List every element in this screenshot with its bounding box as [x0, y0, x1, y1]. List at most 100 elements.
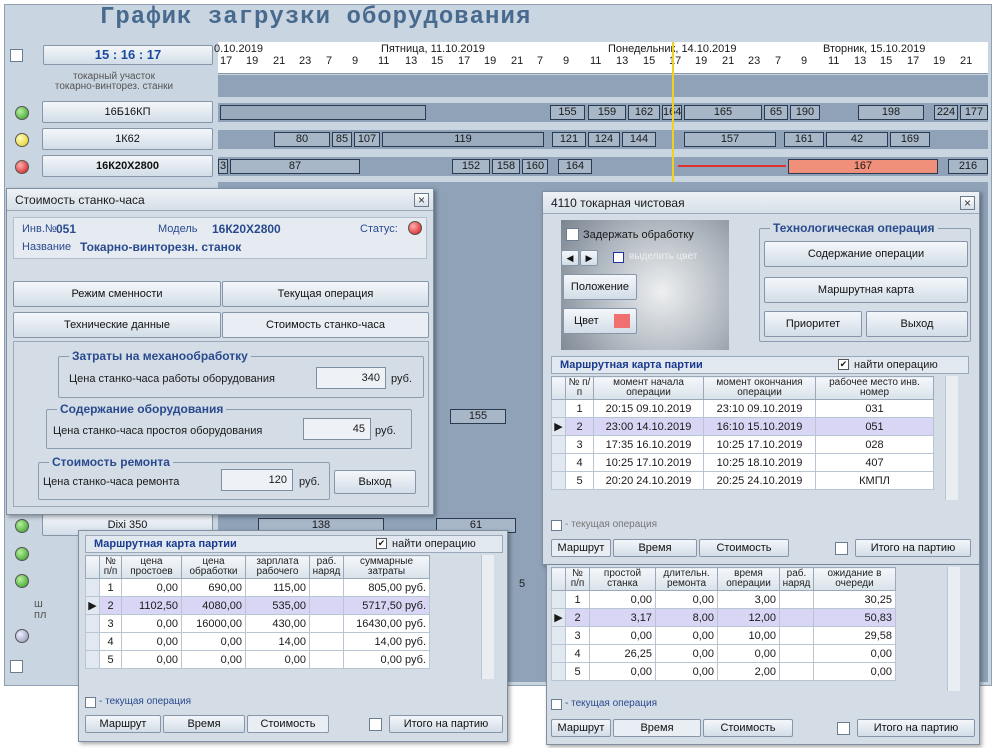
find-operation-checkbox[interactable]: ✔: [838, 359, 849, 370]
col-header[interactable]: ожидание в очереди: [813, 567, 896, 591]
gantt-bar[interactable]: 198: [858, 105, 924, 120]
col-header[interactable]: № п/п: [565, 567, 590, 591]
gantt-bar[interactable]: 160: [522, 159, 548, 174]
delay-checkbox[interactable]: [566, 228, 579, 241]
col-header[interactable]: цена обработки: [181, 555, 246, 579]
repair-cost-field[interactable]: 120: [221, 469, 293, 491]
idle-cost-field[interactable]: 45: [303, 418, 371, 440]
table-row[interactable]: 3 0,00 0,00 10,00 29,58: [551, 626, 896, 645]
col-header[interactable]: раб. наряд: [779, 567, 814, 591]
clock-button[interactable]: 15 : 16 : 17: [43, 45, 213, 65]
gantt-bar[interactable]: 80: [274, 132, 330, 147]
machine-button-1k62[interactable]: 1К62: [42, 128, 213, 150]
total-checkbox[interactable]: [835, 542, 848, 555]
gantt-bar[interactable]: 161: [784, 132, 824, 147]
table-row[interactable]: 5 0,00 0,00 2,00 0,00: [551, 662, 896, 681]
close-icon[interactable]: ×: [960, 196, 975, 210]
machine-button-16k20x2800[interactable]: 16К20Х2800: [42, 155, 213, 177]
gantt-bar[interactable]: 121: [552, 132, 586, 147]
table-row[interactable]: ▶ 2 3,17 8,00 12,00 50,83: [551, 608, 896, 627]
color-button[interactable]: Цвет: [563, 308, 637, 334]
gantt-bar[interactable]: 87: [230, 159, 360, 174]
gantt-bar[interactable]: 155: [450, 409, 506, 424]
total-checkbox[interactable]: [837, 722, 850, 735]
gantt-bar[interactable]: 124: [588, 132, 620, 147]
next-icon[interactable]: ▶: [580, 250, 598, 266]
table-row[interactable]: ▶ 2 23:00 14.10.2019 16:10 15.10.2019 051: [551, 417, 934, 436]
col-header[interactable]: время операции: [717, 567, 780, 591]
vertical-scrollbar[interactable]: [481, 555, 494, 679]
tab-current-operation[interactable]: Текущая операция: [222, 281, 429, 307]
current-op-checkbox[interactable]: [551, 699, 562, 710]
batch-total-button[interactable]: Итого на партию: [857, 719, 975, 737]
col-header[interactable]: длительн. ремонта: [655, 567, 718, 591]
batch-total-button[interactable]: Итого на партию: [389, 715, 503, 733]
machine-button-16b16kp[interactable]: 16Б16КП: [42, 101, 213, 123]
gantt-bar[interactable]: 190: [790, 105, 820, 120]
tab-route[interactable]: Маршрут: [551, 719, 611, 737]
col-header[interactable]: момент окончания операции: [703, 376, 816, 400]
gantt-bar[interactable]: 155: [550, 105, 585, 120]
current-op-checkbox[interactable]: [85, 697, 96, 708]
col-header[interactable]: зарплата рабочего: [245, 555, 310, 579]
gantt-bar[interactable]: 224: [934, 105, 958, 120]
gantt-bar-selected[interactable]: 167: [788, 159, 938, 174]
tab-cost[interactable]: Стоимость: [247, 715, 329, 733]
gantt-bar[interactable]: 85: [332, 132, 352, 147]
table-row[interactable]: 1 0,00 690,00 115,00 805,00 руб.: [85, 578, 430, 597]
gantt-bar[interactable]: 65: [764, 105, 788, 120]
exit-button[interactable]: Выход: [866, 311, 968, 337]
total-checkbox[interactable]: [369, 718, 382, 731]
table-row[interactable]: ▶ 2 1102,50 4080,00 535,00 5717,50 руб.: [85, 596, 430, 615]
bottom-checkbox[interactable]: [10, 660, 23, 673]
gantt-bar[interactable]: 162: [628, 105, 660, 120]
table-row[interactable]: 3 0,00 16000,00 430,00 16430,00 руб.: [85, 614, 430, 633]
tab-time[interactable]: Время: [613, 539, 697, 557]
col-header[interactable]: суммарные затраты: [343, 555, 430, 579]
table-row[interactable]: 3 17:35 16.10.2019 10:25 17.10.2019 028: [551, 435, 934, 454]
find-operation-checkbox[interactable]: ✔: [376, 538, 387, 549]
gantt-bar[interactable]: 216: [948, 159, 988, 174]
gantt-bar[interactable]: 164: [558, 159, 592, 174]
close-icon[interactable]: ×: [414, 193, 429, 207]
table-row[interactable]: 1 0,00 0,00 3,00 30,25: [551, 590, 896, 609]
tab-time[interactable]: Время: [613, 719, 701, 737]
tab-time[interactable]: Время: [163, 715, 245, 733]
tab-route[interactable]: Маршрут: [85, 715, 161, 733]
tab-cost[interactable]: Стоимость: [699, 539, 789, 557]
route-card-button[interactable]: Маршрутная карта: [764, 277, 968, 303]
table-row[interactable]: 1 20:15 09.10.2019 23:10 09.10.2019 031: [551, 399, 934, 418]
gantt-bar[interactable]: 177: [960, 105, 988, 120]
highlight-checkbox[interactable]: [613, 252, 624, 263]
gantt-bar[interactable]: 157: [684, 132, 776, 147]
gantt-bar[interactable]: 3: [218, 159, 228, 174]
table-row[interactable]: 5 0,00 0,00 0,00 0,00 руб.: [85, 650, 430, 669]
select-all-checkbox[interactable]: [10, 49, 23, 62]
gantt-bar[interactable]: 159: [588, 105, 626, 120]
gantt-bar[interactable]: [220, 105, 426, 120]
gantt-bar[interactable]: 144: [622, 132, 656, 147]
gantt-bar[interactable]: 119: [382, 132, 544, 147]
current-op-checkbox[interactable]: [551, 520, 562, 531]
table-row[interactable]: 4 10:25 17.10.2019 10:25 18.10.2019 407: [551, 453, 934, 472]
gantt-bar[interactable]: 158: [492, 159, 520, 174]
drag-arrow[interactable]: [678, 165, 786, 167]
batch-total-button[interactable]: Итого на партию: [855, 539, 971, 557]
vertical-scrollbar[interactable]: [947, 567, 960, 691]
col-header[interactable]: № п/п: [565, 376, 594, 400]
gantt-bar[interactable]: 107: [354, 132, 380, 147]
gantt-bar[interactable]: 165: [684, 105, 762, 120]
vertical-scrollbar[interactable]: [945, 376, 958, 500]
tab-technical-data[interactable]: Технические данные: [13, 312, 221, 338]
col-header[interactable]: простой станка: [589, 567, 656, 591]
operation-content-button[interactable]: Содержание операции: [764, 241, 968, 267]
machining-cost-field[interactable]: 340: [316, 367, 386, 389]
col-header[interactable]: момент начала операции: [593, 376, 704, 400]
gantt-bar[interactable]: 42: [826, 132, 888, 147]
priority-button[interactable]: Приоритет: [764, 311, 862, 337]
col-header[interactable]: цена простоев: [121, 555, 182, 579]
prev-icon[interactable]: ◀: [561, 250, 579, 266]
tab-cost[interactable]: Стоимость: [703, 719, 793, 737]
col-header[interactable]: рабочее место инв. номер: [815, 376, 934, 400]
col-header[interactable]: № п/п: [99, 555, 122, 579]
